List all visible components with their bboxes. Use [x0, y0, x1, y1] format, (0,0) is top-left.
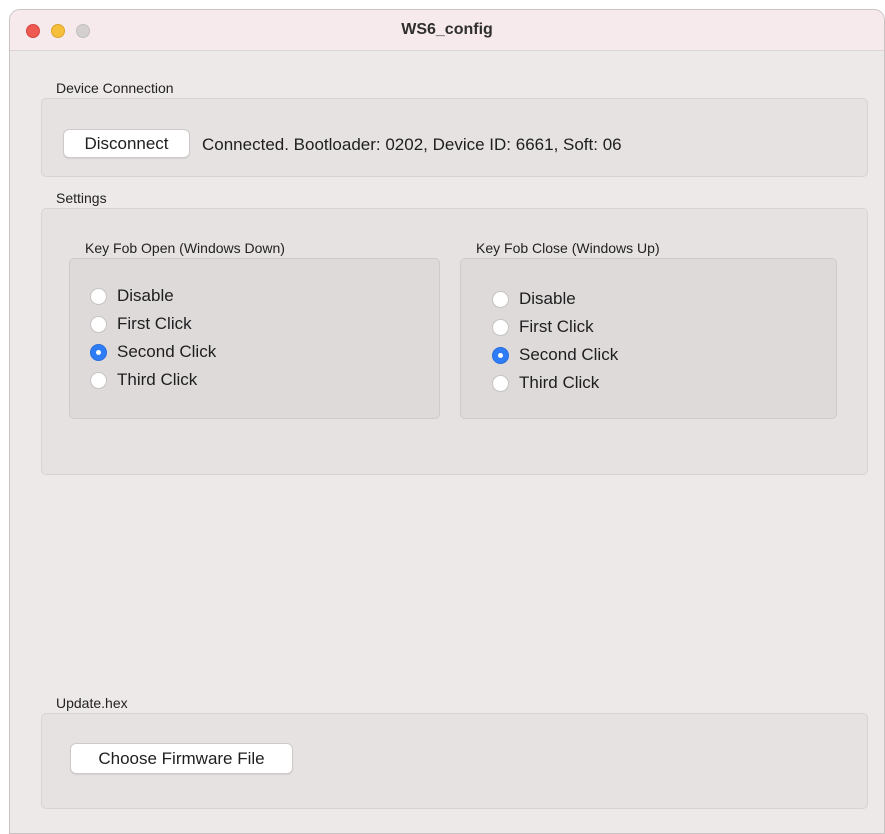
radio-button-selected[interactable]	[90, 343, 107, 361]
radio-button[interactable]	[90, 371, 107, 389]
device-connection-group: Disconnect Connected. Bootloader: 0202, …	[41, 98, 868, 177]
settings-label: Settings	[56, 190, 107, 206]
radio-button[interactable]	[90, 287, 107, 305]
radio-label: Second Click	[519, 345, 619, 364]
title-bar[interactable]: WS6_config	[10, 10, 884, 51]
radio-label: Second Click	[117, 342, 217, 361]
key-fob-open-group: Disable First Click Second Click Third C…	[69, 258, 440, 419]
key-fob-close-group: Disable First Click Second Click Third C…	[460, 258, 837, 419]
key-fob-open-label: Key Fob Open (Windows Down)	[85, 240, 285, 256]
close-option-first-click[interactable]: First Click	[492, 316, 594, 338]
radio-label: Third Click	[519, 373, 600, 392]
close-option-second-click[interactable]: Second Click	[492, 344, 618, 366]
radio-label: First Click	[117, 314, 192, 333]
open-option-third-click[interactable]: Third Click	[90, 369, 197, 391]
open-option-disable[interactable]: Disable	[90, 285, 174, 307]
choose-firmware-button[interactable]: Choose Firmware File	[70, 743, 293, 774]
key-fob-close-label: Key Fob Close (Windows Up)	[476, 240, 660, 256]
radio-button[interactable]	[492, 374, 509, 392]
radio-label: Third Click	[117, 370, 198, 389]
radio-label: Disable	[519, 289, 576, 308]
connection-status: Connected. Bootloader: 0202, Device ID: …	[202, 135, 622, 154]
close-option-third-click[interactable]: Third Click	[492, 372, 599, 394]
window-title: WS6_config	[401, 21, 493, 38]
update-hex-label: Update.hex	[56, 695, 128, 711]
open-option-second-click[interactable]: Second Click	[90, 341, 216, 363]
device-connection-label: Device Connection	[56, 80, 174, 96]
radio-button-selected[interactable]	[492, 346, 509, 364]
update-group: Choose Firmware File	[41, 713, 868, 809]
settings-group: Key Fob Open (Windows Down) Disable Firs…	[41, 208, 868, 475]
open-option-first-click[interactable]: First Click	[90, 313, 192, 335]
radio-button[interactable]	[90, 315, 107, 333]
radio-label: Disable	[117, 286, 174, 305]
disconnect-button[interactable]: Disconnect	[63, 129, 190, 158]
radio-label: First Click	[519, 317, 594, 336]
close-option-disable[interactable]: Disable	[492, 288, 576, 310]
radio-button[interactable]	[492, 318, 509, 336]
app-window: WS6_config Device Connection Disconnect …	[9, 9, 885, 834]
radio-button[interactable]	[492, 290, 509, 308]
